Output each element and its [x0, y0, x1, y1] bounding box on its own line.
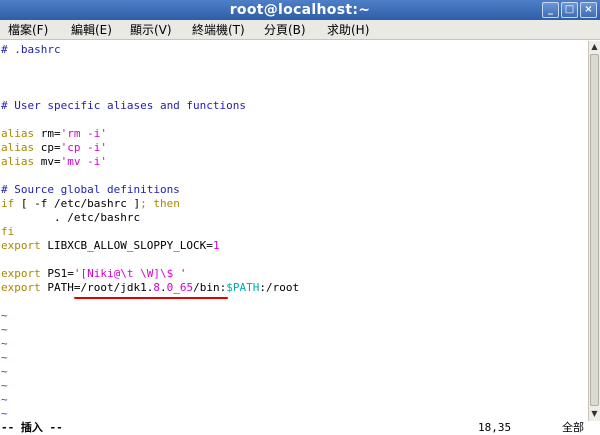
empty-line-tilde: ~: [1, 407, 8, 420]
window-title: root@localhost:~: [229, 2, 371, 18]
empty-line-tilde: ~: [1, 309, 8, 322]
scroll-up-arrow-icon[interactable]: ▲: [589, 41, 600, 53]
vim-status-line: -- 插入 -- 18,35 全部: [0, 421, 600, 435]
window-titlebar[interactable]: root@localhost:~ _ □ ×: [0, 0, 600, 20]
menu-bar: 檔案(F) 編輯(E) 顯示(V) 終端機(T) 分頁(B) 求助(H): [0, 20, 600, 40]
code-line: # .bashrc: [1, 43, 61, 56]
menu-file[interactable]: 檔案(F): [8, 20, 48, 40]
code-line: alias mv='mv -i': [1, 155, 107, 168]
empty-line-tilde: ~: [1, 323, 8, 336]
code-line: . /etc/bashrc: [1, 211, 141, 224]
code-line: export LIBXCB_ALLOW_SLOPPY_LOCK=1: [1, 239, 220, 252]
scrollbar-thumb[interactable]: [590, 54, 599, 406]
code-line: if [ -f /etc/bashrc ]; then: [1, 197, 180, 210]
code-line: # Source global definitions: [1, 183, 180, 196]
empty-line-tilde: ~: [1, 393, 8, 406]
empty-line-tilde: ~: [1, 365, 8, 378]
empty-line-tilde: ~: [1, 351, 8, 364]
empty-line-tilde: ~: [1, 337, 8, 350]
scroll-down-arrow-icon[interactable]: ▼: [589, 408, 600, 420]
vertical-scrollbar[interactable]: ▲ ▼: [588, 41, 600, 421]
code-line: export PS1='[Niki@\t \W]\$ ': [1, 267, 187, 280]
code-line: alias rm='rm -i': [1, 127, 107, 140]
minimize-button[interactable]: _: [542, 2, 559, 18]
close-button[interactable]: ×: [580, 2, 597, 18]
menu-help[interactable]: 求助(H): [327, 20, 369, 40]
scroll-position: 全部: [562, 421, 584, 434]
mode-indicator: -- 插入 --: [1, 421, 63, 434]
code-line: # User specific aliases and functions: [1, 99, 247, 112]
code-line: fi: [1, 225, 15, 238]
terminal-area[interactable]: # .bashrc # User specific aliases and fu…: [0, 41, 588, 421]
code-line: export PATH=/root/jdk1.8.0_65/bin:$PATH:…: [1, 281, 300, 294]
maximize-button[interactable]: □: [561, 2, 578, 18]
cursor-position: 18,35: [478, 421, 512, 434]
empty-line-tilde: ~: [1, 379, 8, 392]
code-line: alias cp='cp -i': [1, 141, 107, 154]
menu-view[interactable]: 顯示(V): [130, 20, 172, 40]
menu-tabs[interactable]: 分頁(B): [264, 20, 306, 40]
red-underline-annotation: [74, 297, 228, 299]
menu-terminal[interactable]: 終端機(T): [192, 20, 245, 40]
menu-edit[interactable]: 編輯(E): [71, 20, 112, 40]
